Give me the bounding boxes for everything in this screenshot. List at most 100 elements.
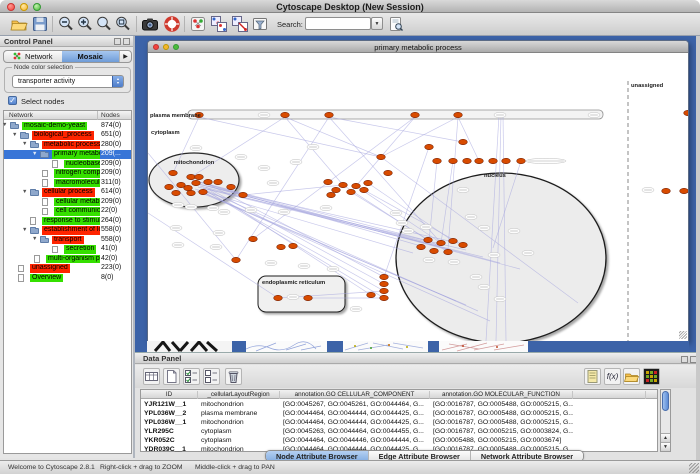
gene-node[interactable]: [165, 184, 174, 189]
table-cell[interactable]: mitochondrion: [198, 401, 280, 408]
background-window-network-3[interactable]: [439, 341, 528, 352]
table-scrollbar[interactable]: ▲ ▼: [660, 389, 671, 452]
gene-node[interactable]: [475, 158, 484, 163]
gene-node[interactable]: [304, 295, 313, 300]
attribute-table-header[interactable]: ID_cellularLayoutRegionannotation.GO CEL…: [141, 390, 657, 399]
gene-node[interactable]: [281, 112, 290, 117]
save-icon[interactable]: [31, 15, 49, 33]
background-window-logo[interactable]: [147, 341, 232, 352]
select-all-attributes-icon[interactable]: [183, 368, 200, 385]
table-cell[interactable]: [GO:0016787, GO:0005215, GO:0003824, G..…: [430, 428, 573, 435]
tree-row[interactable]: ▼metabolic process280(0): [4, 140, 131, 150]
gene-node[interactable]: [325, 112, 334, 117]
gene-node[interactable]: [192, 180, 201, 185]
tree-row[interactable]: multi-organism pro42(0): [4, 254, 131, 264]
select-nodes-checkbox[interactable]: ✓: [8, 96, 17, 105]
gene-node[interactable]: [417, 244, 426, 249]
zoom-selected-icon[interactable]: [95, 15, 113, 33]
gene-node[interactable]: [377, 154, 386, 159]
edge[interactable]: [285, 117, 381, 157]
app-titlebar[interactable]: Cytoscape Desktop (New Session): [0, 0, 700, 13]
network-window-titlebar[interactable]: primary metabolic process: [148, 41, 688, 53]
gene-node[interactable]: [169, 170, 178, 175]
unselect-all-attributes-icon[interactable]: [203, 368, 220, 385]
tree-row[interactable]: ▼mosaic-demo-yeast874(0): [4, 121, 131, 131]
expander-icon[interactable]: ▼: [32, 150, 37, 159]
gene-node[interactable]: [459, 139, 468, 144]
gene-node[interactable]: [277, 244, 286, 249]
gene-node[interactable]: [360, 187, 369, 192]
edge[interactable]: [381, 117, 458, 157]
gene-node[interactable]: [489, 158, 498, 163]
tree-row-label[interactable]: biological_process: [32, 131, 94, 140]
gene-node[interactable]: [187, 190, 196, 195]
gene-node[interactable]: [433, 158, 442, 163]
tab-network[interactable]: Network: [4, 51, 62, 62]
table-cell[interactable]: YPL036W__2: [141, 410, 198, 417]
tree-row[interactable]: ▼cellular process614(0): [4, 188, 131, 198]
table-cell[interactable]: YJR121W__1: [141, 401, 198, 408]
gene-node[interactable]: [324, 179, 333, 184]
table-row[interactable]: YLR295Ccytoplasm[GO:0045263, GO:0044464,…: [141, 427, 657, 436]
tree-row-label[interactable]: nucleobase-: [64, 160, 100, 169]
gene-node[interactable]: [232, 257, 241, 262]
table-cell[interactable]: YKR052C: [141, 437, 198, 444]
tree-row[interactable]: ▼transport558(0): [4, 235, 131, 245]
tree-row[interactable]: secretion41(0): [4, 245, 131, 255]
gene-node[interactable]: [199, 189, 208, 194]
network-canvas[interactable]: plasma membranecytoplasmmitochondrionnuc…: [148, 53, 688, 341]
gene-node[interactable]: [187, 174, 196, 179]
gene-node[interactable]: [367, 292, 376, 297]
gene-node[interactable]: [380, 288, 389, 293]
gene-node[interactable]: [172, 190, 181, 195]
expander-icon[interactable]: ▼: [2, 121, 7, 130]
tree-row[interactable]: cell communicat22(0): [4, 207, 131, 217]
expander-icon[interactable]: ▼: [32, 235, 37, 244]
tree-row[interactable]: macromolecule311(0): [4, 178, 131, 188]
gene-node[interactable]: [454, 112, 463, 117]
search-dropdown-button[interactable]: ▼: [371, 17, 383, 30]
zoom-fit-icon[interactable]: [114, 15, 132, 33]
gene-node[interactable]: [339, 182, 348, 187]
tree-row-label[interactable]: secretion: [64, 245, 96, 254]
edge[interactable]: [206, 187, 384, 284]
table-cell[interactable]: [GO:0016787, GO:0005488, GO:0005215, G..…: [430, 401, 573, 408]
gene-node[interactable]: [352, 183, 361, 188]
expander-icon[interactable]: ▼: [22, 226, 27, 235]
table-cell[interactable]: [GO:0045267, GO:0045261, GO:0044464, G..…: [280, 401, 430, 408]
gene-node[interactable]: [680, 188, 688, 193]
gene-node[interactable]: [380, 274, 389, 279]
gene-node[interactable]: [424, 237, 433, 242]
gene-node[interactable]: [289, 243, 298, 248]
gene-node[interactable]: [662, 188, 671, 193]
table-column-header[interactable]: annotation.GO CELLULAR_COMPONENT: [280, 391, 430, 399]
background-window-network-2[interactable]: [343, 341, 428, 352]
gene-node[interactable]: [184, 185, 193, 190]
table-column-header[interactable]: _cellularLayoutRegion: [198, 391, 280, 399]
tree-row-label[interactable]: multi-organism pro: [46, 255, 100, 264]
tree-header[interactable]: Network Nodes: [4, 111, 131, 120]
gene-node[interactable]: [411, 112, 420, 117]
background-window-network-1[interactable]: [246, 341, 327, 352]
gene-node[interactable]: [204, 179, 213, 184]
app-resize-grip[interactable]: [689, 463, 699, 473]
table-cell[interactable]: [GO:0045263, GO:0044464, GO:0044455, G..…: [280, 428, 430, 435]
tree-row-label[interactable]: mosaic-demo-yeast: [22, 122, 87, 131]
gene-node[interactable]: [364, 180, 373, 185]
table-row[interactable]: YJR121W__1mitochondrion[GO:0045267, GO:0…: [141, 400, 657, 409]
filter-icon[interactable]: [251, 15, 269, 33]
tree-row[interactable]: Overview8(0): [4, 273, 131, 283]
scroll-up-icon[interactable]: ▲: [661, 433, 670, 442]
table-cell[interactable]: YLR295C: [141, 428, 198, 435]
float-panel-icon[interactable]: [681, 356, 688, 363]
tree-row[interactable]: ▼biological_process651(0): [4, 131, 131, 141]
scrollbar-thumb[interactable]: [662, 391, 669, 411]
search-options-icon[interactable]: [387, 15, 405, 33]
tree-row-label[interactable]: metabolic process: [42, 141, 100, 150]
table-cell[interactable]: cytoplasm: [198, 428, 280, 435]
destroy-view-icon[interactable]: [231, 15, 249, 33]
gene-node[interactable]: [347, 189, 356, 194]
gene-node[interactable]: [430, 248, 439, 253]
tree-row-label[interactable]: cell communicat: [54, 207, 100, 216]
gene-node[interactable]: [425, 144, 434, 149]
